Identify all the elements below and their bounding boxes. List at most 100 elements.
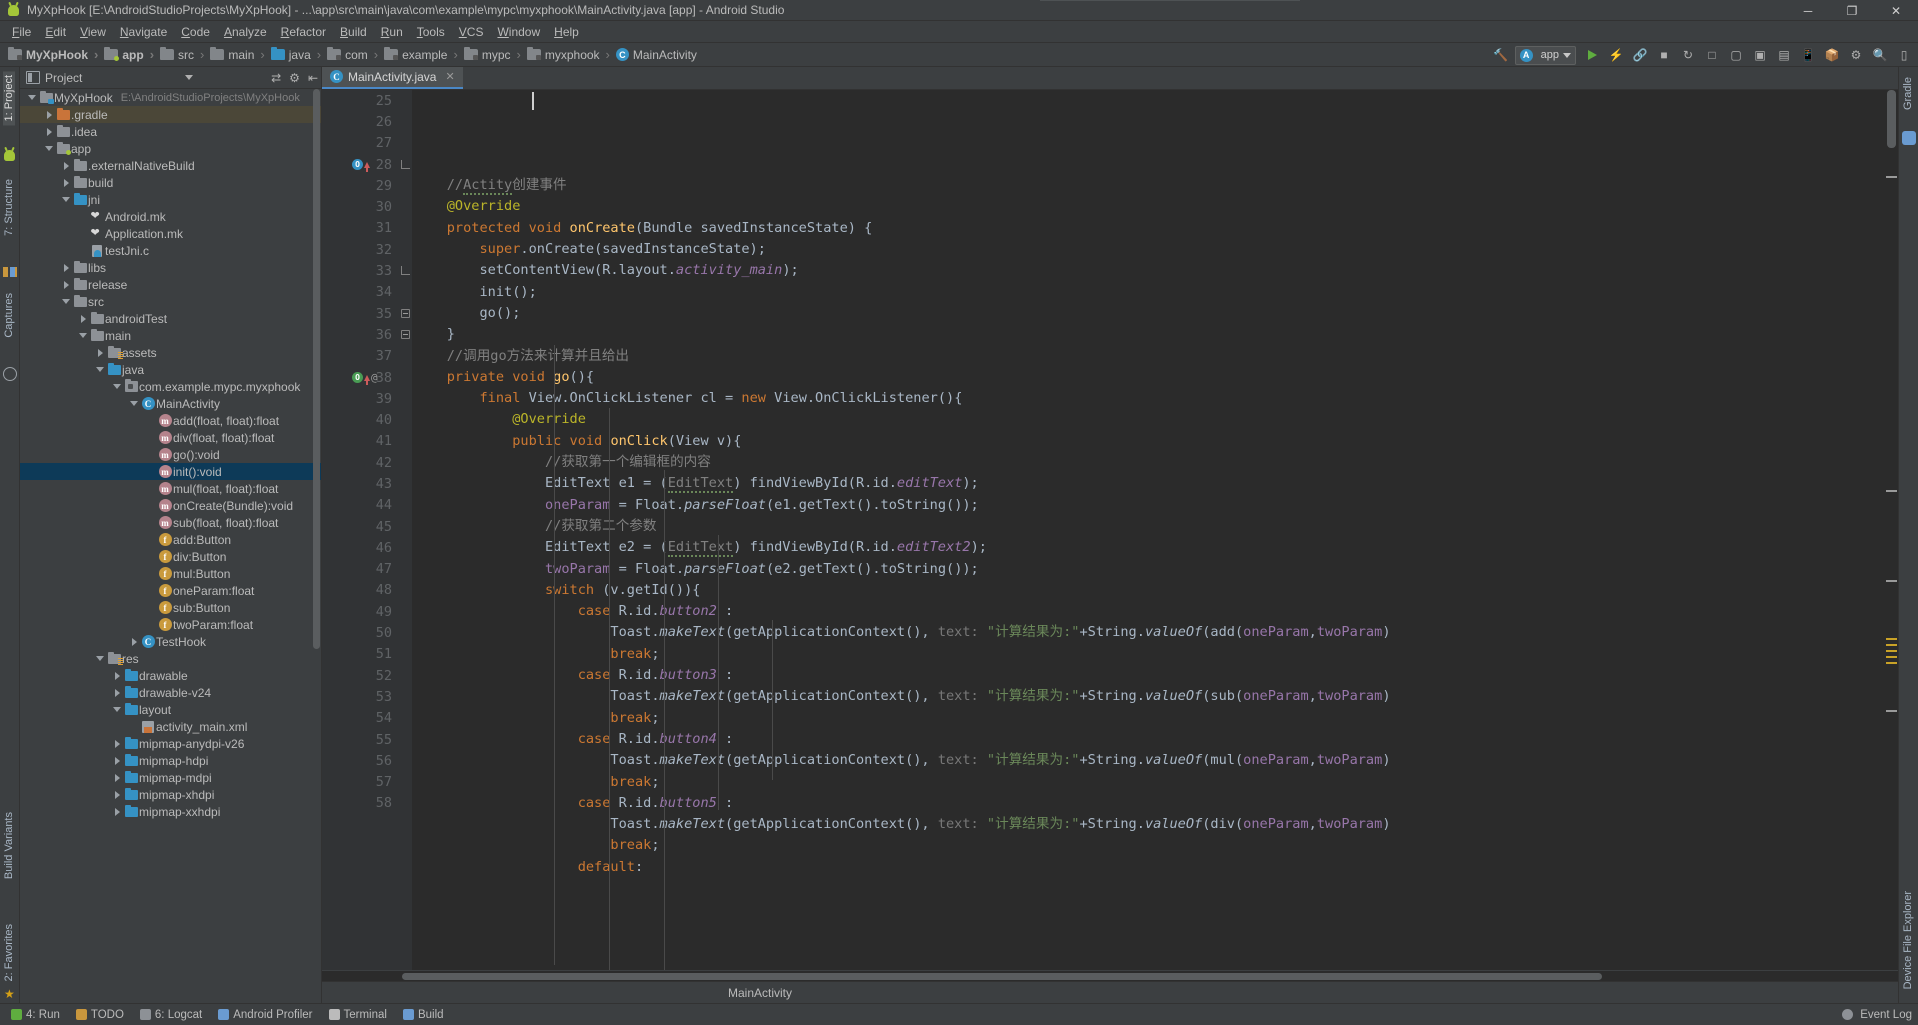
tree-toggle[interactable] [111,756,123,765]
line-number[interactable]: 45 [322,516,398,537]
fold-slot[interactable] [398,111,412,132]
status-4-run[interactable]: 4: Run [4,1007,67,1023]
chevron-right-icon[interactable] [46,127,52,136]
menu-item-vcs[interactable]: VCS [452,22,491,42]
code-line[interactable]: oneParam = Float.parseFloat(e1.getText()… [414,495,1885,516]
tree-item[interactable]: f twoParam:float [20,616,321,633]
tree-item[interactable]: m onCreate(Bundle):void [20,497,321,514]
tree-toggle[interactable] [60,263,72,272]
fold-slot[interactable] [398,90,412,111]
sidebar-item-captures[interactable]: Captures [3,289,15,342]
layout-editor-icon[interactable]: ▯ [1894,45,1914,65]
window-controls[interactable]: ─ ❐ ✕ [1786,0,1918,21]
fold-slot[interactable] [398,516,412,537]
line-number[interactable]: 46 [322,537,398,558]
chevron-down-icon[interactable] [130,401,138,406]
tree-item[interactable]: libs [20,259,321,276]
code-line[interactable]: go(); [414,303,1885,324]
minimize-button[interactable]: ─ [1786,0,1830,21]
project-structure-icon[interactable]: ▤ [1774,45,1794,65]
code-line[interactable]: //Actity创建事件 [414,175,1885,196]
tree-item[interactable]: .gradle [20,106,321,123]
status-6-logcat[interactable]: 6: Logcat [133,1007,209,1023]
code-line[interactable]: case R.id.button3 : [414,665,1885,686]
navigation-bar[interactable]: MyXpHook › app › src › main › java › com › example › m… [0,43,1918,67]
line-number[interactable]: 54 [322,708,398,729]
fold-slot[interactable] [398,559,412,580]
tab-mainactivity-java[interactable]: C MainActivity.java ✕ [322,66,463,89]
fold-slot[interactable] [398,665,412,686]
run-icon[interactable] [1582,45,1602,65]
fold-slot[interactable] [398,708,412,729]
chevron-down-icon[interactable] [113,384,121,389]
line-number[interactable]: 36 [322,324,398,345]
code-line[interactable]: protected void onCreate(Bundle savedInst… [414,218,1885,239]
breadcrumb-mainactivity[interactable]: C MainActivity [614,44,701,66]
sidebar-item-device-file-explorer[interactable]: Device File Explorer [1902,887,1914,993]
tree-toggle[interactable] [111,790,123,799]
tree-item[interactable]: mipmap-mdpi [20,769,321,786]
fold-slot[interactable] [398,388,412,409]
attach-debugger-icon[interactable]: 🔗 [1630,45,1650,65]
tree-item[interactable]: .externalNativeBuild [20,157,321,174]
tree-item[interactable]: C MainActivity [20,395,321,412]
implement-marker-icon[interactable]: O @ [352,371,378,385]
fold-slot[interactable] [398,793,412,814]
line-number[interactable]: 58 [322,793,398,814]
chevron-right-icon[interactable] [46,110,52,119]
tree-item[interactable]: m init():void [20,463,321,480]
structure-icon[interactable] [3,267,17,277]
fold-slot[interactable] [398,622,412,643]
tree-item[interactable]: m go():void [20,446,321,463]
chevron-right-icon[interactable] [114,671,120,680]
menu-item-edit[interactable]: Edit [38,22,73,42]
breadcrumb-src[interactable]: src › [158,44,208,66]
tree-item[interactable]: mipmap-anydpi-v26 [20,735,321,752]
line-number[interactable]: 33 [322,260,398,281]
tree-toggle[interactable] [26,95,38,100]
line-number[interactable]: 26 [322,111,398,132]
menu-item-window[interactable]: Window [490,22,547,42]
line-number[interactable]: 49 [322,601,398,622]
collapse-all-icon[interactable]: ⇄ [271,71,281,85]
chevron-right-icon[interactable] [114,688,120,697]
code-line[interactable]: EditText e1 = (EditText) findViewById(R.… [414,473,1885,494]
chevron-right-icon[interactable] [114,773,120,782]
fold-slot[interactable] [398,367,412,388]
sidebar-item-favorites[interactable]: 2: Favorites [3,920,15,985]
chevron-down-icon[interactable] [62,299,70,304]
project-tree-scrollbar[interactable] [312,89,321,1003]
stop-icon[interactable]: ■ [1654,45,1674,65]
chevron-right-icon[interactable] [131,637,137,646]
line-number[interactable]: 39 [322,388,398,409]
tree-item[interactable]: drawable-v24 [20,684,321,701]
code-line[interactable]: @Override [414,196,1885,217]
code-line[interactable]: final View.OnClickListener cl = new View… [414,388,1885,409]
tree-toggle[interactable] [111,671,123,680]
tree-toggle[interactable] [111,773,123,782]
sidebar-item-gradle[interactable]: Gradle [1902,73,1914,114]
chevron-right-icon[interactable] [114,790,120,799]
tree-toggle[interactable] [111,807,123,816]
code-line[interactable]: } [414,324,1885,345]
fold-slot[interactable] [398,196,412,217]
fold-slot[interactable] [398,473,412,494]
chevron-right-icon[interactable] [63,263,69,272]
menu-item-code[interactable]: Code [174,22,217,42]
code-line[interactable]: twoParam = Float.parseFloat(e2.getText()… [414,559,1885,580]
chevron-right-icon[interactable] [114,807,120,816]
line-number[interactable]: 56 [322,750,398,771]
tree-item[interactable]: assets [20,344,321,361]
tree-item[interactable]: f div:Button [20,548,321,565]
tree-item[interactable]: m add(float, float):float [20,412,321,429]
tree-item[interactable]: app [20,140,321,157]
tree-item[interactable]: activity_main.xml [20,718,321,735]
code-line[interactable]: break; [414,644,1885,665]
fold-slot[interactable] [398,133,412,154]
line-number[interactable]: 32 [322,239,398,260]
tree-toggle[interactable] [43,127,55,136]
tree-toggle[interactable] [111,384,123,389]
search-icon[interactable]: 🔍 [1870,45,1890,65]
tree-item[interactable]: src [20,293,321,310]
hammer-build-icon[interactable]: 🔨 [1491,45,1511,65]
